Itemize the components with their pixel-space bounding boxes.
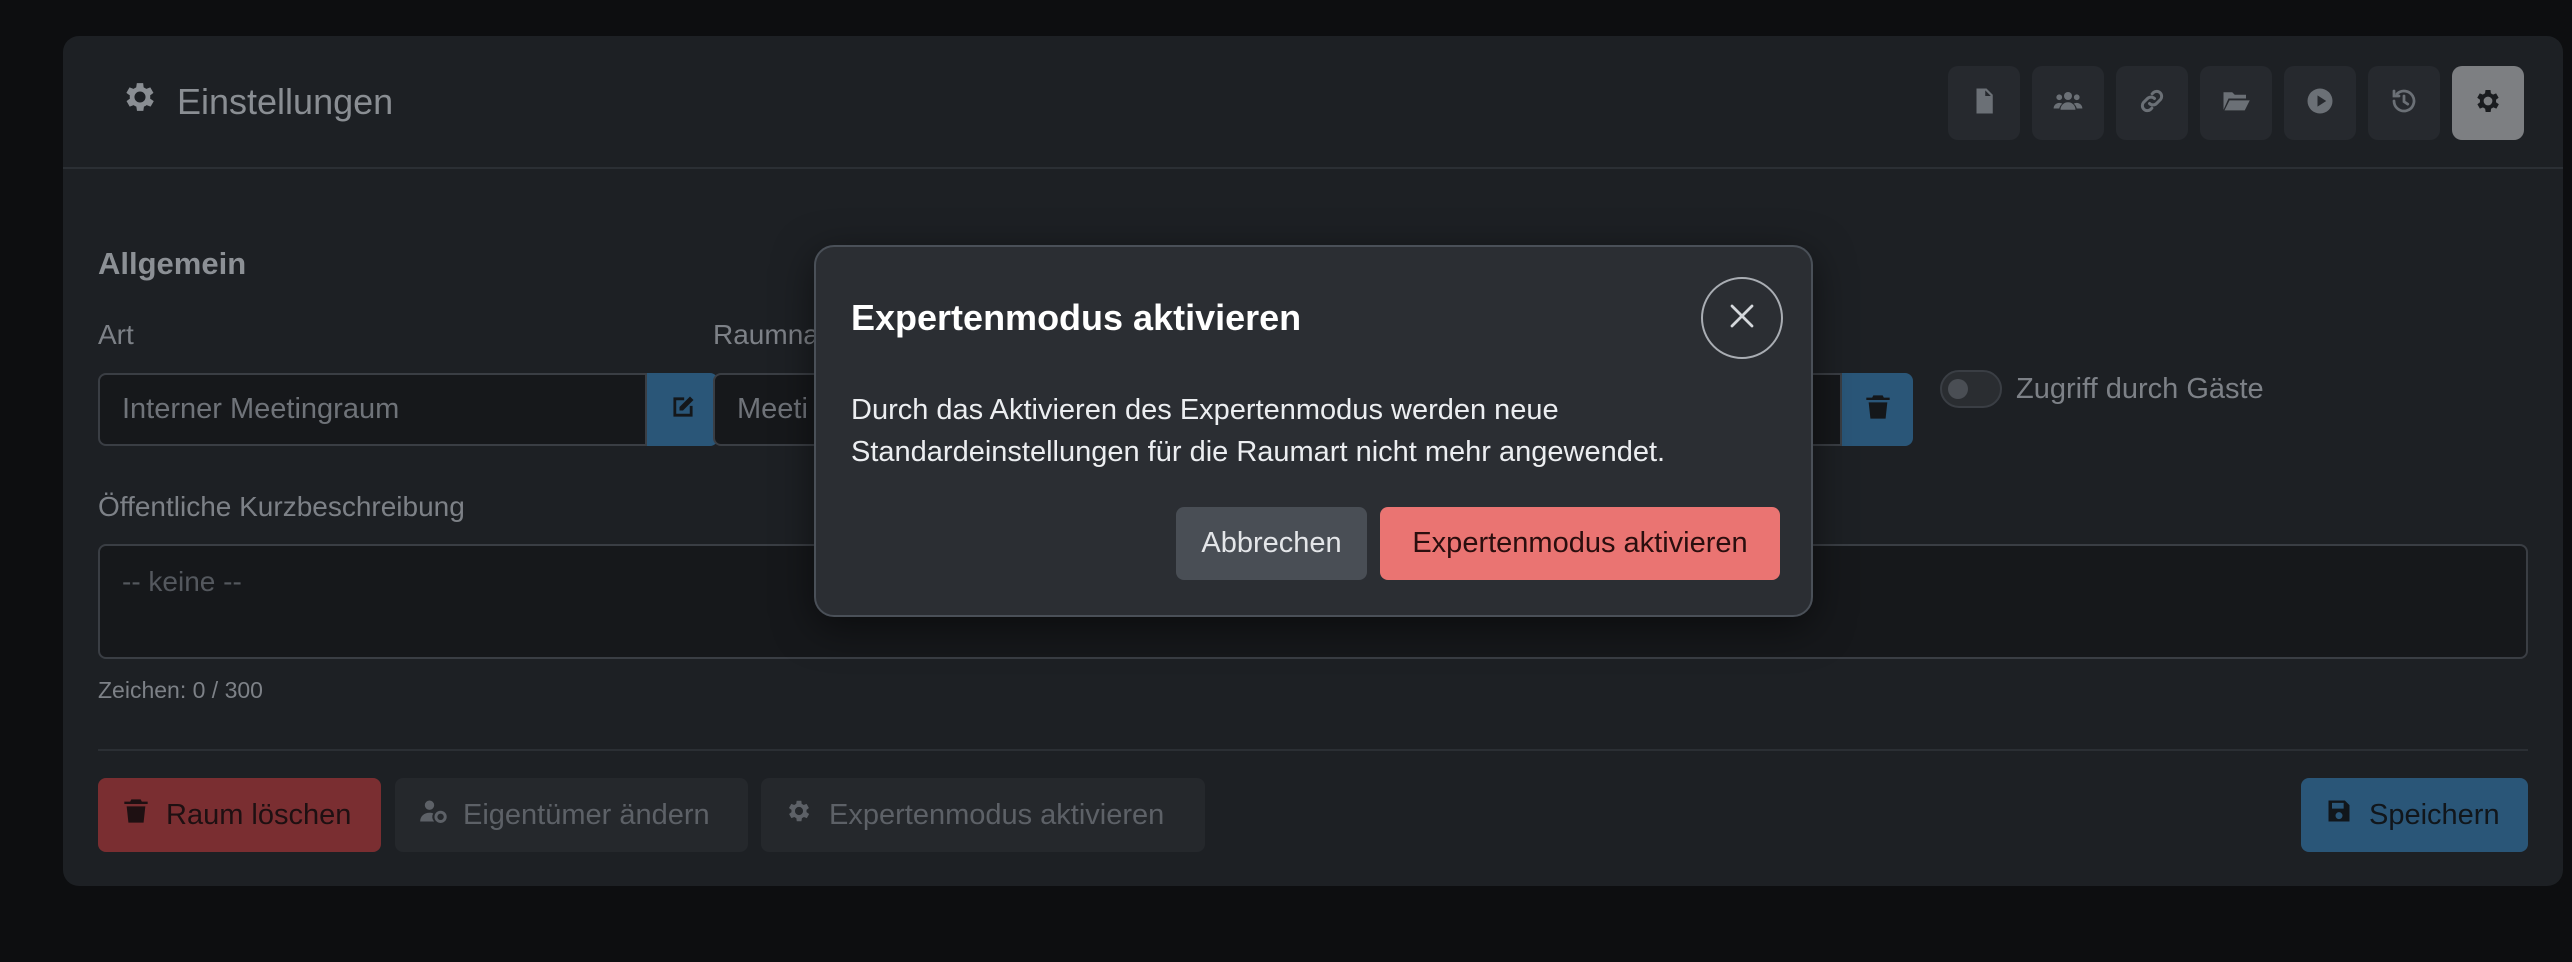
links-button[interactable] — [2116, 66, 2188, 140]
link-icon — [2137, 86, 2167, 121]
play-icon — [2305, 86, 2335, 121]
members-button[interactable] — [2032, 66, 2104, 140]
close-icon — [1727, 301, 1757, 336]
expert-mode-dialog: Expertenmodus aktivieren Durch das Aktiv… — [814, 245, 1813, 617]
edit-type-button[interactable] — [647, 373, 718, 446]
history-icon — [2389, 86, 2419, 121]
delete-room-label: Raum löschen — [166, 798, 352, 831]
settings-button[interactable] — [2452, 66, 2524, 140]
save-button[interactable]: Speichern — [2301, 778, 2528, 852]
type-input-group: Interner Meetingraum — [98, 373, 718, 446]
recordings-button[interactable] — [2284, 66, 2356, 140]
dialog-body-line-2: Standardeinstellungen für die Raumart ni… — [851, 436, 1666, 468]
change-owner-button[interactable]: Eigentümer ändern — [395, 778, 748, 852]
type-input[interactable]: Interner Meetingraum — [98, 373, 647, 446]
expert-mode-button[interactable]: Expertenmodus aktivieren — [761, 778, 1205, 852]
history-button[interactable] — [2368, 66, 2440, 140]
folder-icon — [2221, 86, 2251, 121]
documents-button[interactable] — [1948, 66, 2020, 140]
trash-icon — [1864, 393, 1892, 426]
gear-icon — [121, 78, 159, 125]
description-label: Öffentliche Kurzbeschreibung — [98, 491, 465, 522]
guest-access-toggle[interactable] — [1940, 370, 2002, 408]
section-title-general: Allgemein — [98, 246, 247, 281]
guest-access-toggle-wrap: Zugriff durch Gäste — [1940, 370, 2264, 408]
delete-room-button[interactable]: Raum löschen — [98, 778, 381, 852]
divider — [98, 749, 2528, 751]
card-header: Einstellungen — [63, 36, 2563, 169]
change-owner-label: Eigentümer ändern — [463, 798, 710, 831]
dialog-body: Durch das Aktivieren des Expertenmodus w… — [851, 389, 1751, 473]
file-icon — [1969, 86, 1999, 121]
confirm-expert-mode-button[interactable]: Expertenmodus aktivieren — [1380, 507, 1780, 580]
trash-icon — [122, 797, 150, 833]
room-name-label: Raumna — [713, 319, 819, 350]
page-title: Einstellungen — [121, 78, 393, 125]
dialog-title: Expertenmodus aktivieren — [851, 297, 1302, 338]
save-label: Speichern — [2369, 798, 2500, 831]
gear-icon — [785, 797, 813, 833]
dialog-close-button[interactable] — [1701, 277, 1783, 359]
page-title-text: Einstellungen — [177, 80, 394, 122]
edit-icon — [669, 393, 697, 426]
gear-icon — [2473, 86, 2503, 121]
toolbar — [1948, 66, 2524, 140]
dialog-body-line-1: Durch das Aktivieren des Expertenmodus w… — [851, 394, 1559, 426]
users-icon — [2053, 86, 2083, 121]
expert-mode-label: Expertenmodus aktivieren — [829, 798, 1165, 831]
type-label: Art — [98, 319, 134, 350]
save-icon — [2325, 797, 2353, 833]
clear-name-button[interactable] — [1842, 373, 1913, 446]
guest-access-label: Zugriff durch Gäste — [2016, 372, 2264, 405]
user-gear-icon — [419, 797, 447, 833]
files-button[interactable] — [2200, 66, 2272, 140]
cancel-button[interactable]: Abbrechen — [1176, 507, 1367, 580]
char-count: Zeichen: 0 / 300 — [98, 677, 263, 703]
